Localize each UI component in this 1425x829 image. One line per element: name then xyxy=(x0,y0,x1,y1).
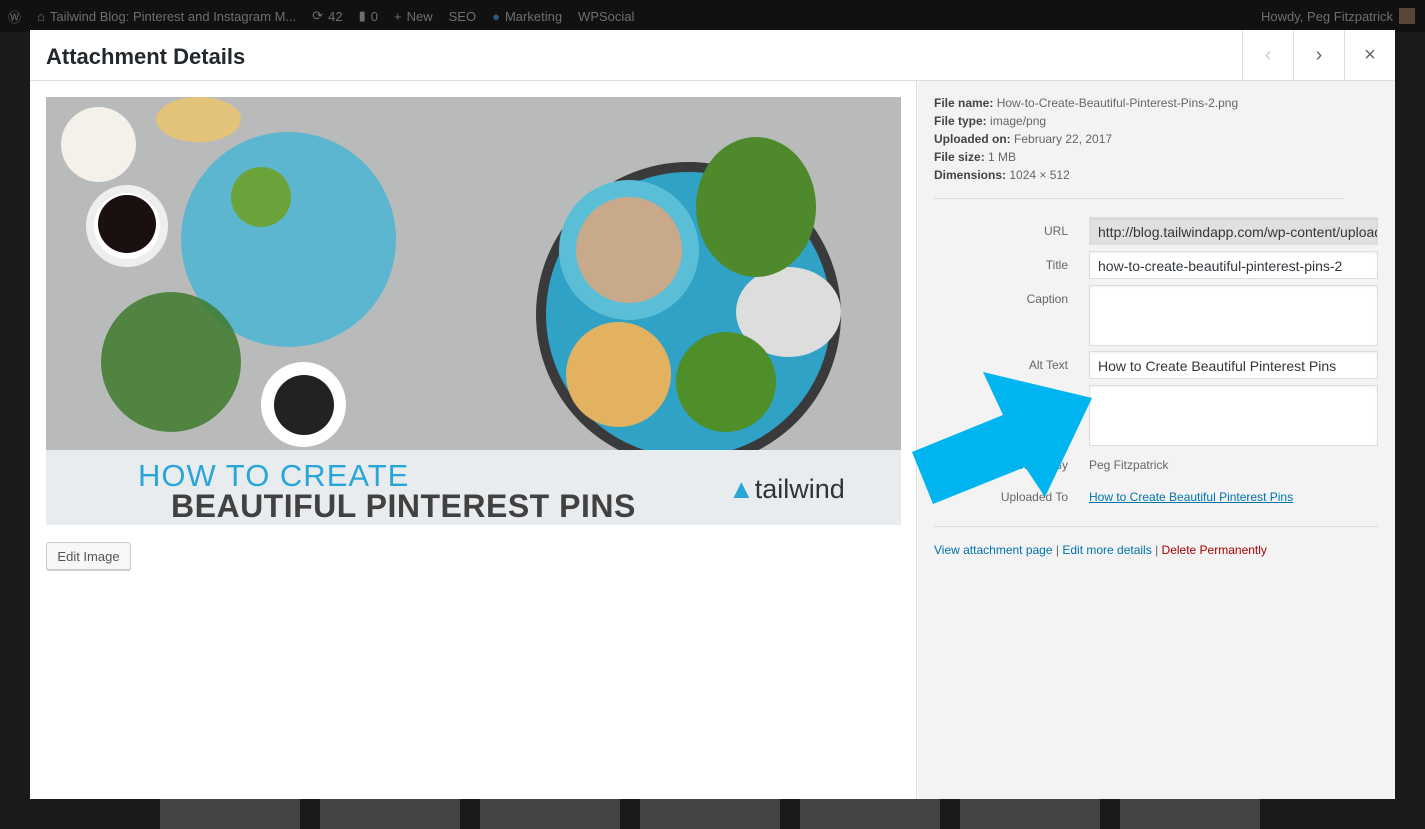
chevron-right-icon: › xyxy=(1315,43,1323,66)
image-banner: HOW TO CREATE BEAUTIFUL PINTEREST PINS ▲… xyxy=(46,450,901,525)
refresh-icon: ⟳ xyxy=(312,8,324,23)
site-name-link[interactable]: ⌂ Tailwind Blog: Pinterest and Instagram … xyxy=(29,0,304,32)
close-icon: × xyxy=(1364,43,1376,66)
uploaded-by: Peg Fitzpatrick xyxy=(1089,458,1169,472)
account-menu[interactable]: Howdy, Peg Fitzpatrick xyxy=(1261,8,1425,24)
plus-icon: + xyxy=(394,8,402,24)
modal-title: Attachment Details xyxy=(46,44,246,69)
edit-image-button[interactable]: Edit Image xyxy=(46,542,131,570)
title-field[interactable]: how-to-create-beautiful-pinterest-pins-2 xyxy=(1089,251,1378,279)
edit-details-link[interactable]: Edit more details xyxy=(1062,543,1151,557)
delete-permanently-link[interactable]: Delete Permanently xyxy=(1162,543,1267,557)
caption-field[interactable] xyxy=(1089,285,1378,346)
seo-link[interactable]: SEO xyxy=(441,0,484,32)
tailwind-logo: ▲tailwind xyxy=(728,474,845,504)
chevron-left-icon: ‹ xyxy=(1264,43,1272,66)
wpsocial-link[interactable]: WPSocial xyxy=(570,0,642,32)
avatar xyxy=(1399,8,1415,24)
updates-link[interactable]: ⟳ 42 xyxy=(304,0,350,32)
alt-text-field[interactable]: How to Create Beautiful Pinterest Pins xyxy=(1089,351,1378,379)
admin-bar: Ⓦ ⌂ Tailwind Blog: Pinterest and Instagra… xyxy=(0,0,1425,32)
close-button[interactable]: × xyxy=(1344,30,1395,80)
attachment-details-modal: Attachment Details ‹ › × HOW TO CREATE B… xyxy=(30,30,1395,799)
previous-button[interactable]: ‹ xyxy=(1242,30,1293,80)
file-meta: File name: How-to-Create-Beautiful-Pinte… xyxy=(934,96,1239,182)
description-field[interactable] xyxy=(1089,385,1378,446)
wordpress-logo-icon[interactable]: Ⓦ xyxy=(0,0,29,32)
home-icon: ⌂ xyxy=(37,8,45,24)
media-grid-background xyxy=(160,798,1340,829)
comments-link[interactable]: ▮ 0 xyxy=(351,0,386,32)
uploaded-to-link[interactable]: How to Create Beautiful Pinterest Pins xyxy=(1089,490,1293,504)
url-field[interactable]: http://blog.tailwindapp.com/wp-content/u… xyxy=(1089,217,1378,245)
comment-icon: ▮ xyxy=(358,8,366,23)
next-button[interactable]: › xyxy=(1293,30,1344,80)
new-content-link[interactable]: + New xyxy=(386,0,441,32)
marketing-link[interactable]: ● Marketing xyxy=(484,0,570,32)
attachment-info-panel: File name: How-to-Create-Beautiful-Pinte… xyxy=(918,81,1395,799)
marketing-icon: ● xyxy=(492,8,500,24)
view-attachment-link[interactable]: View attachment page xyxy=(934,543,1053,557)
attachment-image: HOW TO CREATE BEAUTIFUL PINTEREST PINS ▲… xyxy=(46,97,901,525)
